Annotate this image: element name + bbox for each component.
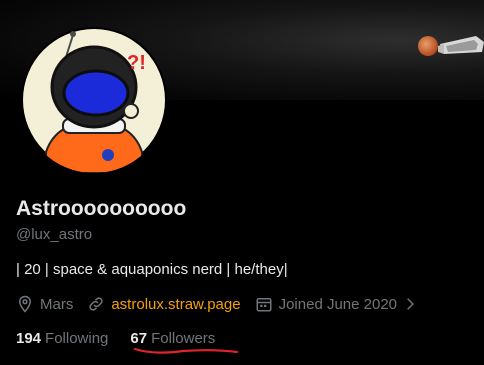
link-icon	[89, 297, 103, 311]
red-annotation-underline	[133, 347, 239, 354]
chevron-right-icon[interactable]	[403, 297, 417, 311]
location-text: Mars	[40, 295, 74, 313]
bio: | 20 | space & aquaponics nerd | he/they…	[16, 261, 288, 278]
location-item: Mars	[16, 295, 73, 313]
website-item[interactable]: astrolux.straw.page	[87, 295, 241, 313]
profile-meta: Mars astrolux.straw.page Joined June 202…	[16, 293, 417, 315]
following-count: 194	[16, 330, 42, 347]
profile-avatar[interactable]: ?!	[21, 27, 167, 173]
joined-item: Joined June 2020	[255, 295, 417, 313]
display-name: Astroooooooooo	[16, 197, 187, 220]
astronaut-avatar-image: ?!	[23, 29, 165, 173]
following-stat[interactable]: 194 Following	[16, 330, 108, 347]
planet-image	[418, 36, 438, 56]
map-pin-icon	[18, 295, 32, 313]
calendar-icon	[256, 298, 272, 312]
handle: @lux_astro	[16, 226, 93, 243]
following-label: Following	[45, 330, 109, 347]
website-link[interactable]: astrolux.straw.page	[111, 296, 240, 313]
joined-text: Joined June 2020	[278, 295, 398, 313]
speech-text: ?!	[127, 52, 146, 74]
rocket-image	[438, 36, 484, 54]
